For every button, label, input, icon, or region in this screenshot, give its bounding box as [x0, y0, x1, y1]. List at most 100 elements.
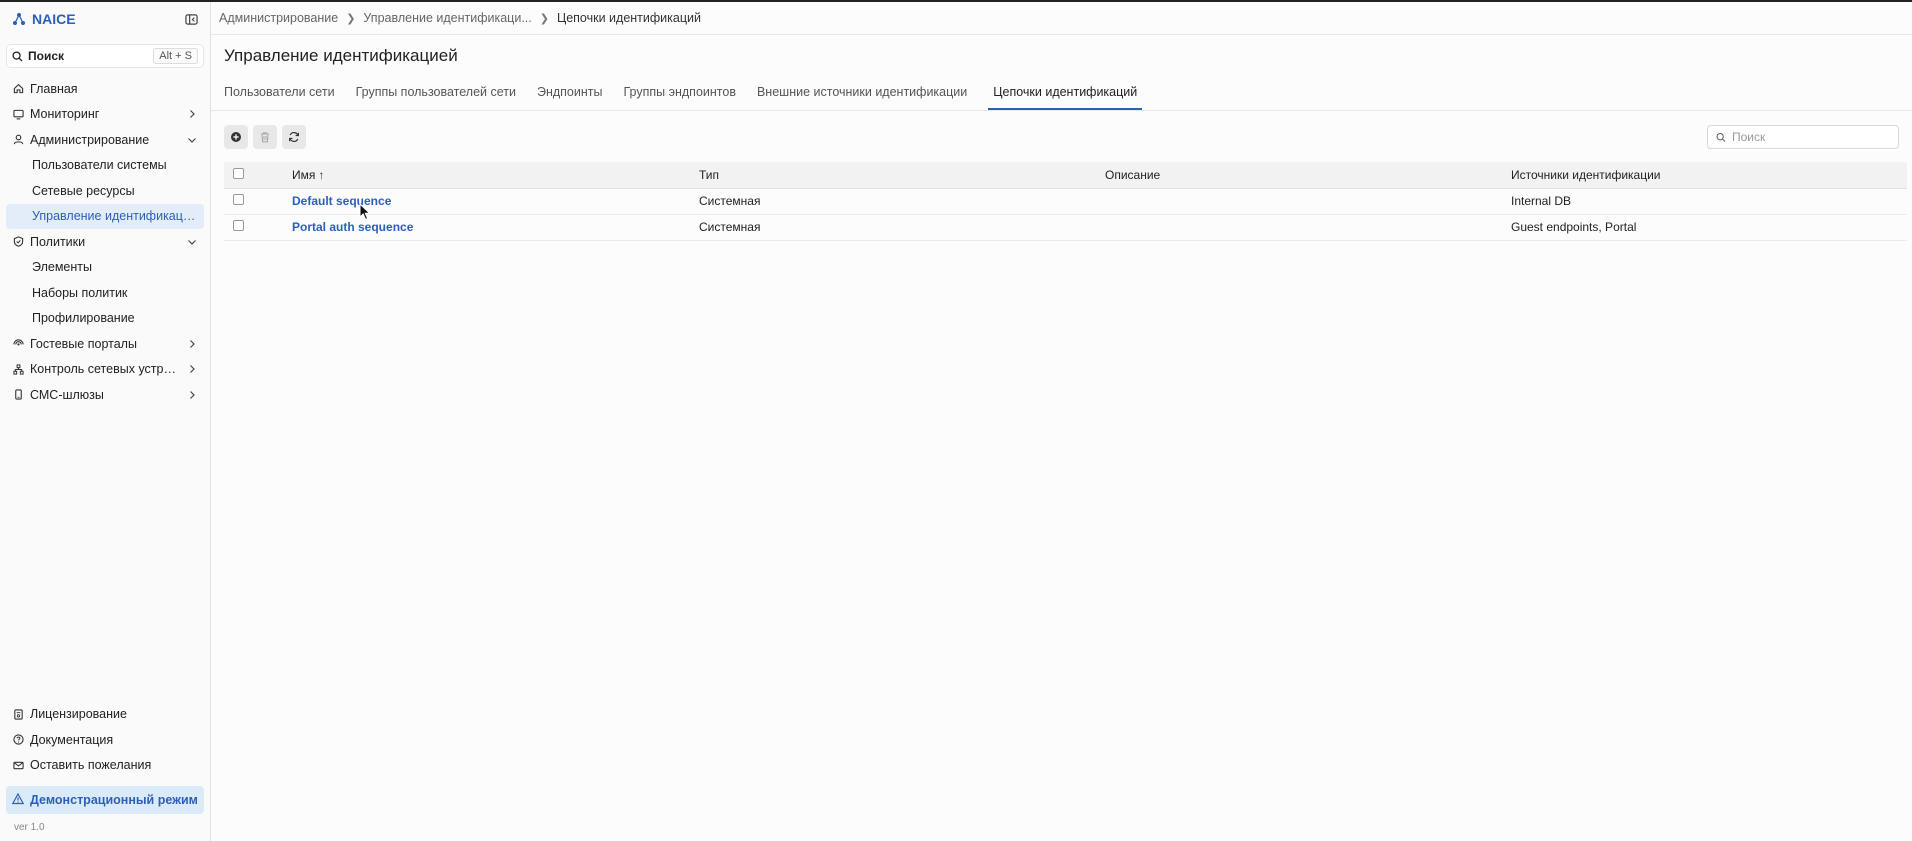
- demo-mode-label: Демонстрационный режим: [30, 793, 198, 807]
- tab-endpoint-groups[interactable]: Группы эндпоинтов: [623, 85, 745, 110]
- row-checkbox[interactable]: [233, 220, 244, 231]
- sidebar-item-label: Политики: [30, 234, 86, 249]
- brand-logo[interactable]: NAICE: [12, 11, 76, 27]
- refresh-icon: [289, 131, 299, 143]
- chevron-right-icon: ❯: [539, 12, 549, 25]
- toolbar-actions: [224, 125, 306, 149]
- warning-icon: [11, 792, 25, 808]
- trash-icon: [261, 132, 269, 143]
- app-root: NAICE Поиск Alt + S Главная Мониторинг А…: [0, 2, 1912, 841]
- cell-type: Системная: [695, 214, 1101, 241]
- home-icon: [12, 83, 24, 95]
- tab-endpoints[interactable]: Эндпоинты: [537, 85, 613, 110]
- identity-sequences-table: Имя ↑ Тип Описание Источники идентификаци…: [224, 162, 1907, 241]
- sidebar-item-network-device-control[interactable]: Контроль сетевых устро...: [6, 357, 204, 383]
- column-header-sources[interactable]: Источники идентификации: [1507, 162, 1907, 189]
- row-name-link[interactable]: Default sequence: [292, 194, 391, 208]
- brand-name: NAICE: [32, 11, 76, 27]
- refresh-button[interactable]: [282, 125, 306, 149]
- sidebar-item-label: Гостевые порталы: [30, 336, 137, 351]
- tab-identity-sequences[interactable]: Цепочки идентификаций: [988, 85, 1143, 110]
- breadcrumb-item-identity-management[interactable]: Управление идентификаци...: [363, 11, 531, 25]
- user-icon: [12, 134, 24, 146]
- page-title: Управление идентификацией: [224, 46, 458, 65]
- sidebar-item-label: Лицензирование: [30, 707, 127, 722]
- row-select-cell: [224, 214, 288, 241]
- chevron-right-icon: [186, 389, 198, 401]
- brand-bar: NAICE: [0, 2, 210, 36]
- row-select-cell: [224, 188, 288, 215]
- breadcrumb-item-current: Цепочки идентификаций: [556, 11, 701, 25]
- sidebar-item-licensing[interactable]: Лицензирование: [6, 702, 204, 728]
- sidebar-item-label: Пользователи системы: [32, 158, 167, 173]
- table-search-input[interactable]: [1731, 130, 1890, 144]
- sidebar-item-label: Контроль сетевых устро...: [30, 362, 180, 377]
- chevron-right-icon: ❯: [346, 12, 356, 25]
- select-all-checkbox[interactable]: [233, 167, 244, 179]
- global-search[interactable]: Поиск Alt + S: [6, 44, 204, 68]
- table-row[interactable]: Default sequence Системная Internal DB: [224, 188, 1907, 215]
- header-select-cell: [224, 162, 288, 189]
- tab-external-identity-sources[interactable]: Внешние источники идентификации: [757, 85, 977, 110]
- sidebar-item-system-users[interactable]: Пользователи системы: [6, 153, 204, 179]
- sidebar-item-network-resources[interactable]: Сетевые ресурсы: [6, 178, 204, 204]
- sidebar-item-administration[interactable]: Администрирование: [6, 127, 204, 153]
- sidebar-item-sms-gateways[interactable]: СМС-шлюзы: [6, 382, 204, 408]
- global-search-label: Поиск: [28, 49, 65, 63]
- sidebar-item-identity-management[interactable]: Управление идентификацией: [6, 203, 204, 229]
- cell-description: [1101, 214, 1507, 241]
- sidebar-item-label: Наборы политик: [32, 285, 128, 300]
- column-header-name[interactable]: Имя ↑: [288, 162, 695, 189]
- chevron-right-icon: [186, 363, 198, 375]
- table-search[interactable]: [1707, 125, 1899, 149]
- wifi-icon: [12, 338, 24, 350]
- breadcrumb-item-administration[interactable]: Администрирование: [219, 11, 338, 25]
- column-header-description[interactable]: Описание: [1101, 162, 1507, 189]
- sidebar-item-policy-sets[interactable]: Наборы политик: [6, 280, 204, 306]
- sidebar-item-feedback[interactable]: Оставить пожелания: [6, 753, 204, 779]
- sidebar: NAICE Поиск Alt + S Главная Мониторинг А…: [0, 2, 211, 841]
- toolbar: [211, 111, 1912, 153]
- sidebar-item-label: Оставить пожелания: [30, 758, 152, 773]
- row-name-link[interactable]: Portal auth sequence: [292, 220, 413, 234]
- phone-icon: [12, 389, 24, 401]
- sidebar-item-label: Документация: [30, 732, 114, 747]
- sidebar-item-guest-portals[interactable]: Гостевые порталы: [6, 331, 204, 357]
- sidebar-item-elements[interactable]: Элементы: [6, 255, 204, 281]
- cell-sources: Guest endpoints, Portal: [1507, 214, 1907, 241]
- demo-mode-badge[interactable]: Демонстрационный режим: [6, 786, 204, 814]
- tab-network-users[interactable]: Пользователи сети: [224, 85, 345, 110]
- sidebar-item-policies[interactable]: Политики: [6, 229, 204, 255]
- tab-network-user-groups[interactable]: Группы пользователей сети: [356, 85, 526, 110]
- sort-up-icon: ↑: [318, 167, 325, 182]
- row-checkbox[interactable]: [233, 194, 244, 205]
- help-icon: [12, 734, 24, 746]
- tab-bar: Пользователи сети Группы пользователей с…: [211, 71, 1912, 111]
- sidebar-bottom: Лицензирование Документация Оставить пож…: [0, 702, 210, 841]
- table-header-row: Имя ↑ Тип Описание Источники идентификаци…: [224, 162, 1907, 189]
- license-icon: [12, 708, 24, 720]
- table-row[interactable]: Portal auth sequence Системная Guest end…: [224, 214, 1907, 241]
- chevron-right-icon: [186, 338, 198, 350]
- sidebar-item-home[interactable]: Главная: [6, 76, 204, 102]
- cell-sources: Internal DB: [1507, 188, 1907, 215]
- add-button[interactable]: [224, 125, 248, 149]
- search-icon: [12, 50, 23, 62]
- delete-button[interactable]: [253, 125, 277, 149]
- sidebar-item-profiling[interactable]: Профилирование: [6, 306, 204, 332]
- search-icon: [1716, 132, 1726, 142]
- sidebar-collapse-icon[interactable]: [184, 12, 198, 26]
- chevron-down-icon: [186, 236, 198, 248]
- table-container: Имя ↑ Тип Описание Источники идентификаци…: [211, 153, 1912, 241]
- column-header-type[interactable]: Тип: [695, 162, 1101, 189]
- app-version: ver 1.0: [14, 822, 45, 833]
- cell-name: Portal auth sequence: [288, 214, 695, 241]
- cell-type: Системная: [695, 188, 1101, 215]
- sidebar-item-monitoring[interactable]: Мониторинг: [6, 102, 204, 128]
- sidebar-item-documentation[interactable]: Документация: [6, 727, 204, 753]
- cell-description: [1101, 188, 1507, 215]
- global-search-shortcut: Alt + S: [153, 48, 198, 64]
- naice-logo-icon: [13, 13, 25, 25]
- chevron-down-icon: [186, 134, 198, 146]
- sidebar-item-label: Администрирование: [30, 132, 150, 147]
